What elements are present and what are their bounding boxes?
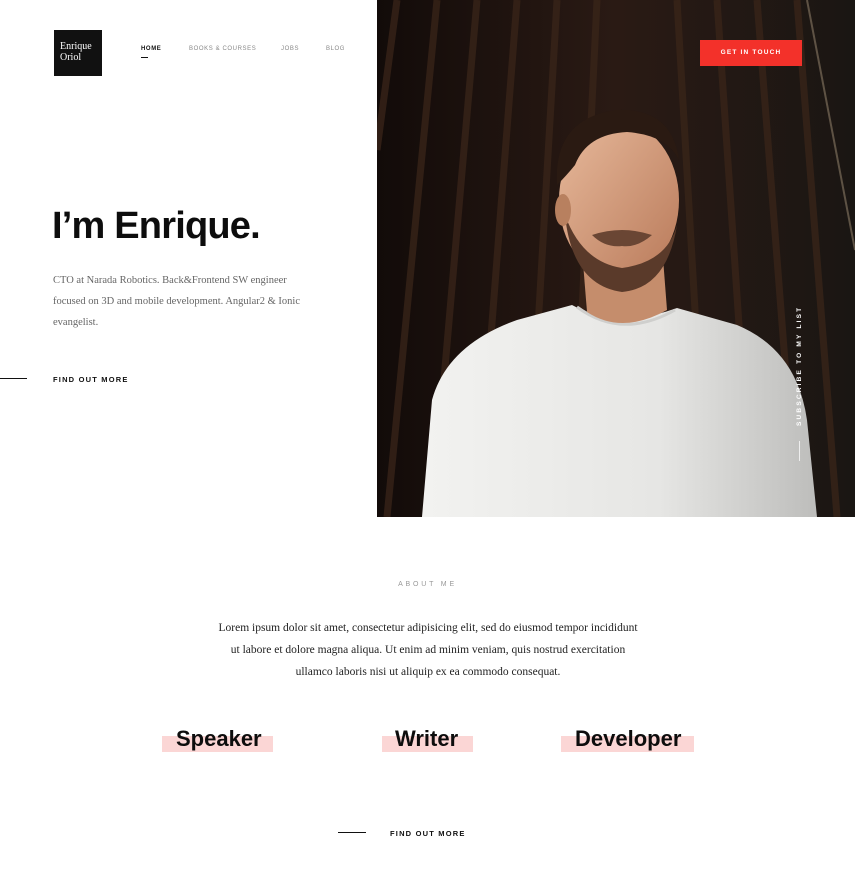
subscribe-line — [799, 441, 800, 461]
about-me-text: Lorem ipsum dolor sit amet, consectetur … — [218, 622, 638, 678]
role-speaker: Speaker — [162, 726, 273, 752]
hero-headline: I’m Enrique. — [52, 205, 261, 247]
portrait-illustration — [377, 0, 855, 517]
nav-books-courses[interactable]: BOOKS & COURSES — [189, 46, 256, 52]
role-speaker-label: Speaker — [176, 726, 262, 751]
about-find-more-dash — [338, 832, 366, 833]
role-developer: Developer — [561, 726, 694, 752]
about-find-out-more-link[interactable]: FIND OUT MORE — [390, 829, 466, 838]
nav-blog[interactable]: BLOG — [326, 46, 345, 52]
hero-portrait-photo — [377, 0, 855, 517]
role-writer: Writer — [382, 726, 473, 752]
logo-line-1: Enrique — [60, 41, 92, 52]
get-in-touch-button[interactable]: GET IN TOUCH — [700, 40, 802, 66]
hero-find-out-more-link[interactable]: FIND OUT MORE — [53, 375, 129, 384]
logo-line-2: Oriol — [60, 52, 82, 63]
role-developer-label: Developer — [575, 726, 682, 751]
role-writer-label: Writer — [395, 726, 459, 751]
logo[interactable]: Enrique Oriol — [54, 30, 102, 76]
hero-find-more-dash — [0, 378, 27, 379]
nav-jobs[interactable]: JOBS — [281, 46, 299, 52]
subscribe-link[interactable]: SUBSCRIBE TO MY LIST — [793, 300, 807, 430]
about-me-label: ABOUT ME — [398, 581, 457, 588]
nav-home[interactable]: HOME — [141, 46, 161, 58]
hero-bio: CTO at Narada Robotics. Back&Frontend SW… — [53, 275, 300, 328]
subscribe-label: SUBSCRIBE TO MY LIST — [796, 305, 803, 426]
